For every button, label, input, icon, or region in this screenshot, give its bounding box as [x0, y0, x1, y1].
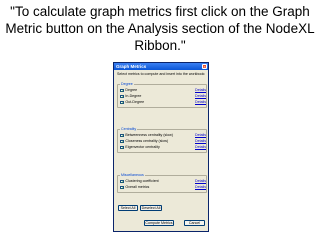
closeness-checkbox[interactable]: ✓ — [120, 139, 124, 144]
slide-caption: "To calculate graph metrics first click … — [5, 4, 315, 53]
metric-label: Betweenness centrality (slow) — [125, 133, 173, 138]
eigenvector-checkbox[interactable]: ✓ — [120, 145, 124, 150]
deselect-all-button[interactable]: Deselect All — [140, 205, 162, 211]
compute-metrics-button[interactable]: Compute Metrics — [144, 220, 174, 226]
details-link[interactable]: Details — [195, 179, 206, 183]
metric-label: Out-Degree — [125, 100, 145, 105]
metric-label: Clustering coefficient — [125, 179, 159, 184]
out-degree-checkbox[interactable]: ✓ — [120, 100, 124, 105]
centrality-group: Centrality ✓ Betweenness centrality (slo… — [117, 127, 207, 153]
metric-row-betweenness: ✓ Betweenness centrality (slow) Details — [120, 133, 206, 138]
betweenness-checkbox[interactable]: ✓ — [120, 133, 124, 138]
group-title-centrality: Centrality — [120, 127, 138, 132]
metric-label: Eigenvector centrality — [125, 145, 160, 150]
select-all-button[interactable]: Select All — [118, 205, 138, 211]
dialog-titlebar: Graph Metrics × — [114, 63, 208, 70]
in-degree-checkbox[interactable]: ✓ — [120, 94, 124, 99]
metric-row-eigenvector: ✓ Eigenvector centrality Details — [120, 145, 206, 150]
metric-row-overall: ✓ Overall metrics Details — [120, 185, 206, 190]
metric-row-in-degree: ✓ In-Degree Details — [120, 94, 206, 99]
details-link[interactable]: Details — [195, 139, 206, 143]
metric-row-out-degree: ✓ Out-Degree Details — [120, 100, 206, 105]
graph-metrics-dialog: Graph Metrics × Select metrics to comput… — [113, 62, 209, 232]
degree-group: Degree ✓ Degree Details ✓ In-Degree Deta… — [117, 82, 207, 108]
metric-label: Overall metrics — [125, 185, 150, 190]
metric-label: Closeness centrality (slow) — [125, 139, 169, 144]
dialog-title: Graph Metrics — [116, 64, 147, 69]
details-link[interactable]: Details — [195, 94, 206, 98]
details-link[interactable]: Details — [195, 185, 206, 189]
metric-label: Degree — [125, 88, 138, 93]
dialog-instructions: Select metrics to compute and insert int… — [117, 72, 206, 76]
close-icon[interactable]: × — [202, 64, 207, 69]
metric-row-degree: ✓ Degree Details — [120, 88, 206, 93]
metric-label: In-Degree — [125, 94, 142, 99]
degree-checkbox[interactable]: ✓ — [120, 88, 124, 93]
cancel-button[interactable]: Cancel — [184, 220, 205, 226]
details-link[interactable]: Details — [195, 100, 206, 104]
details-link[interactable]: Details — [195, 145, 206, 149]
overall-metrics-checkbox[interactable]: ✓ — [120, 185, 124, 190]
metric-row-clustering: ✓ Clustering coefficient Details — [120, 179, 206, 184]
miscellaneous-group: Miscellaneous ✓ Clustering coefficient D… — [117, 173, 207, 193]
group-title-miscellaneous: Miscellaneous — [120, 173, 145, 178]
group-title-degree: Degree — [120, 82, 134, 87]
details-link[interactable]: Details — [195, 88, 206, 92]
details-link[interactable]: Details — [195, 133, 206, 137]
metric-row-closeness: ✓ Closeness centrality (slow) Details — [120, 139, 206, 144]
clustering-checkbox[interactable]: ✓ — [120, 179, 124, 184]
